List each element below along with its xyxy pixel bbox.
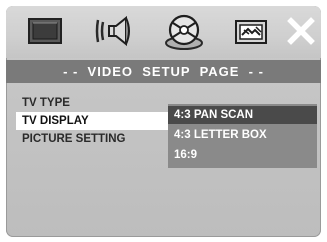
menu-item-picture-setting[interactable]: PICTURE SETTING	[22, 130, 126, 148]
speaker-sound-icon[interactable]	[92, 13, 136, 49]
page-title: - - VIDEO SETUP PAGE - -	[6, 60, 321, 83]
tv-screen-icon[interactable]	[26, 13, 66, 49]
close-icon[interactable]	[286, 16, 316, 52]
menu-item-tv-display[interactable]: TV DISPLAY	[16, 112, 173, 130]
disc-icon[interactable]	[162, 13, 206, 50]
icon-toolbar	[6, 6, 321, 58]
dvd-setup-screen: - - VIDEO SETUP PAGE - - TV TYPE TV DISP…	[6, 6, 321, 237]
menu-item-tv-type[interactable]: TV TYPE	[22, 94, 70, 112]
option-16-9[interactable]: 16:9	[168, 146, 317, 164]
option-4-3-letter-box[interactable]: 4:3 LETTER BOX	[168, 126, 317, 144]
picture-settings-icon[interactable]	[232, 13, 272, 49]
option-4-3-pan-scan[interactable]: 4:3 PAN SCAN	[168, 106, 317, 124]
tv-display-options: 4:3 PAN SCAN 4:3 LETTER BOX 16:9	[168, 104, 317, 168]
